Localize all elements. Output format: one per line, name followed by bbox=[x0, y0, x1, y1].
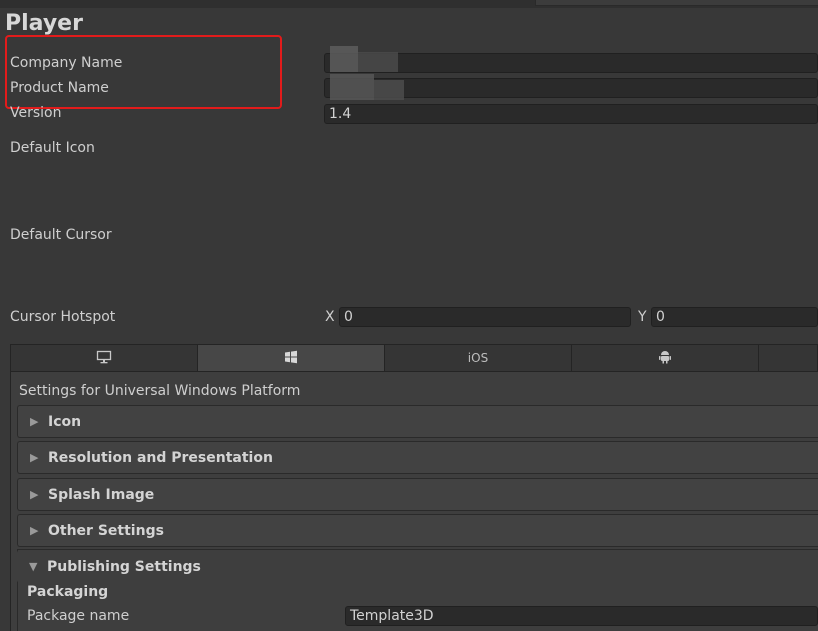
version-field[interactable]: 1.4 bbox=[324, 104, 818, 124]
android-icon bbox=[658, 349, 672, 367]
triangle-right-icon: ▶ bbox=[30, 415, 39, 428]
package-name-field[interactable]: Template3D bbox=[345, 606, 818, 626]
company-name-field[interactable] bbox=[324, 53, 818, 73]
triangle-down-icon: ▼ bbox=[29, 560, 38, 573]
foldout-other-title: Other Settings bbox=[48, 522, 164, 539]
window-top-strip bbox=[0, 0, 818, 8]
packaging-header: Packaging bbox=[27, 584, 109, 600]
version-label: Version bbox=[10, 105, 62, 121]
hotspot-x-field[interactable]: 0 bbox=[339, 307, 631, 327]
tab-windows[interactable] bbox=[198, 345, 385, 371]
foldout-resolution[interactable]: ▶ Resolution and Presentation bbox=[17, 441, 818, 474]
foldout-icon-title: Icon bbox=[48, 413, 82, 430]
tab-android[interactable] bbox=[572, 345, 759, 371]
foldout-icon[interactable]: ▶ Icon bbox=[17, 405, 818, 438]
foldout-publishing[interactable]: ▼ Publishing Settings bbox=[17, 550, 818, 583]
hotspot-y-field[interactable]: 0 bbox=[651, 307, 818, 327]
monitor-icon bbox=[96, 350, 112, 367]
window-tab-stub[interactable] bbox=[535, 0, 818, 6]
triangle-right-icon: ▶ bbox=[30, 451, 39, 464]
settings-for-label: Settings for Universal Windows Platform bbox=[19, 383, 301, 399]
tab-more[interactable] bbox=[759, 345, 817, 371]
hotspot-y-label: Y bbox=[638, 309, 647, 325]
default-icon-label: Default Icon bbox=[10, 140, 95, 156]
tab-standalone[interactable] bbox=[11, 345, 198, 371]
tab-ios-label: iOS bbox=[467, 351, 489, 365]
triangle-right-icon: ▶ bbox=[30, 488, 39, 501]
foldout-splash-title: Splash Image bbox=[48, 486, 155, 503]
default-cursor-label: Default Cursor bbox=[10, 227, 112, 243]
highlight-box bbox=[5, 35, 282, 109]
foldout-splash[interactable]: ▶ Splash Image bbox=[17, 478, 818, 511]
foldout-resolution-title: Resolution and Presentation bbox=[48, 449, 273, 466]
package-name-label: Package name bbox=[27, 608, 130, 624]
triangle-right-icon: ▶ bbox=[30, 524, 39, 537]
windows-icon bbox=[284, 350, 298, 367]
foldout-publishing-title: Publishing Settings bbox=[47, 558, 201, 575]
product-name-blur bbox=[330, 74, 374, 100]
player-settings-window: Player Company Name Product Name Version… bbox=[0, 0, 818, 631]
company-name-blur-2 bbox=[358, 52, 398, 72]
hotspot-x-label: X bbox=[325, 309, 335, 325]
company-name-blur bbox=[330, 46, 358, 72]
foldout-other[interactable]: ▶ Other Settings bbox=[17, 514, 818, 547]
cursor-hotspot-label: Cursor Hotspot bbox=[10, 309, 116, 325]
platform-tab-bar: iOS bbox=[10, 344, 818, 372]
product-name-blur-2 bbox=[374, 80, 404, 100]
tab-ios[interactable]: iOS bbox=[385, 345, 572, 371]
